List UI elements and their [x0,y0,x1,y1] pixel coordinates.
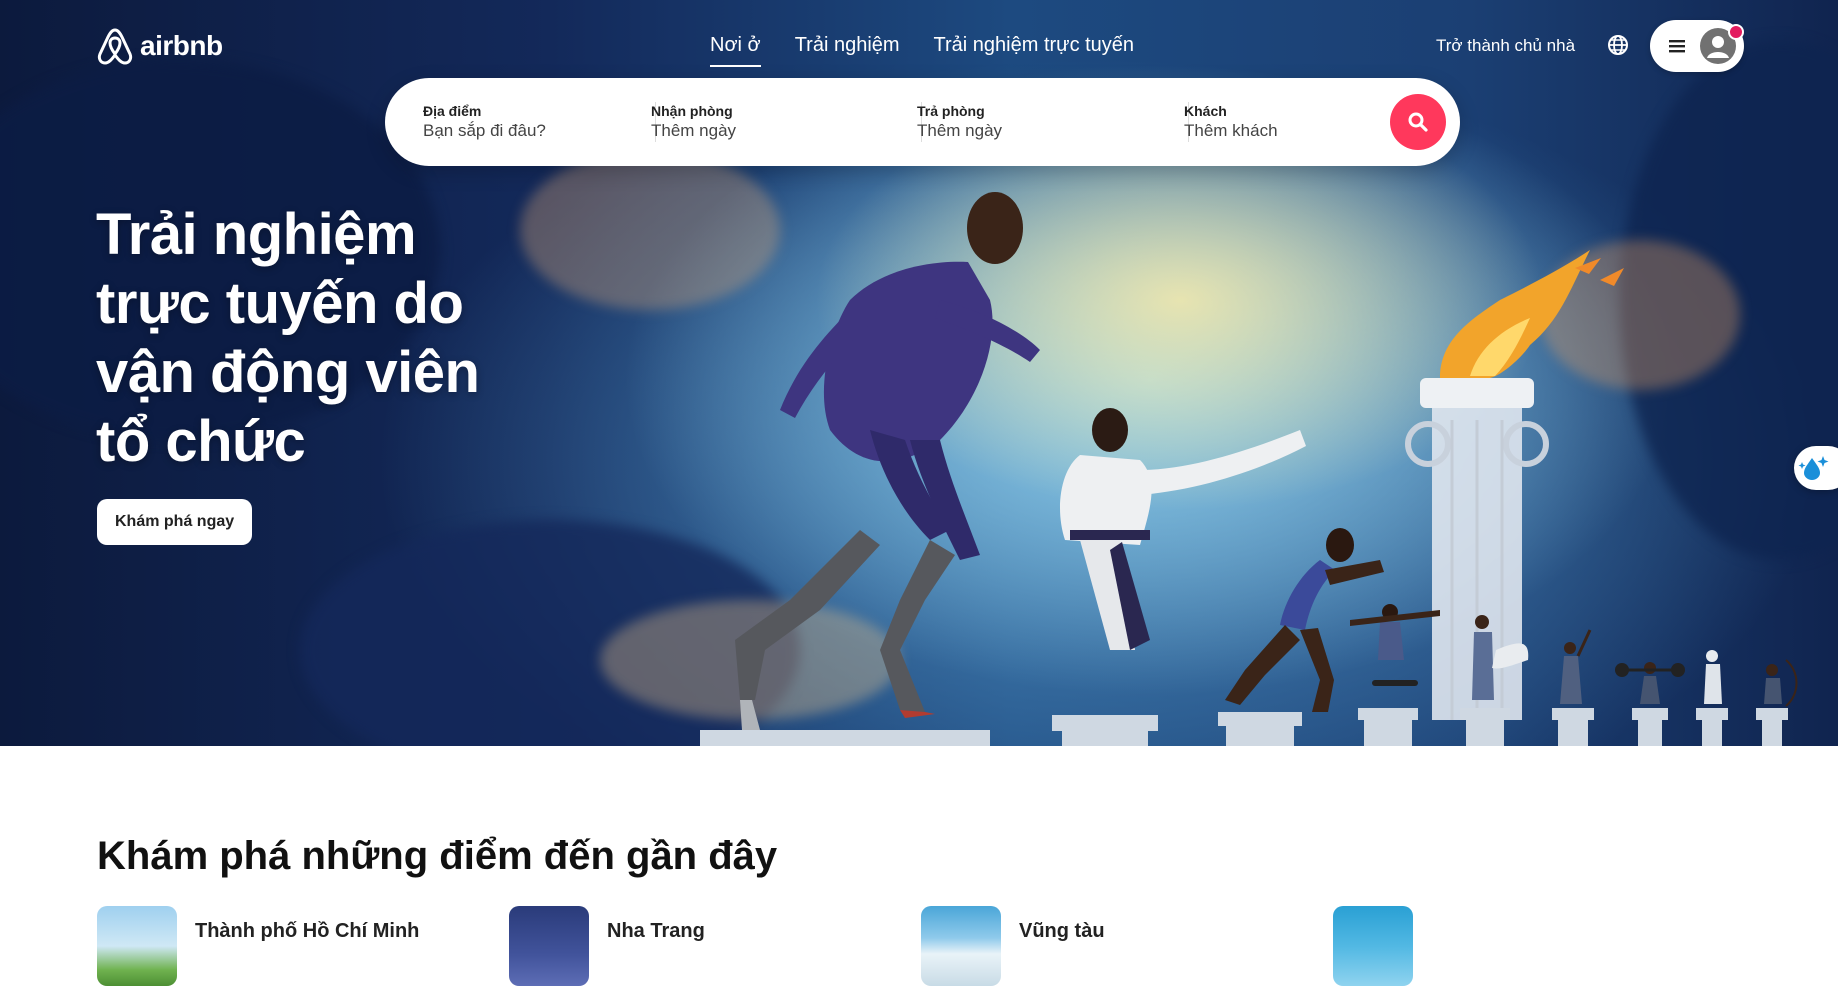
nearby-destinations-title: Khám phá những điểm đến gần đây [97,834,778,878]
user-menu-button[interactable] [1650,20,1744,72]
globe-icon [1608,35,1628,55]
location-label: Địa điểm [423,103,482,119]
logo-wordmark: airbnb [140,30,223,61]
hamburger-menu-icon [1669,40,1685,53]
destination-thumbnail [1333,906,1413,986]
language-globe-button[interactable] [1607,34,1633,60]
pedestals [700,708,1788,746]
explore-now-button[interactable]: Khám phá ngay [97,499,253,545]
gymnast-athlete [1560,629,1592,704]
tab-experiences[interactable]: Trải nghiệm [795,34,900,67]
notification-dot [1728,24,1744,40]
runner-athlete [735,192,1040,730]
checkin-label: Nhận phòng [651,103,733,119]
destination-item[interactable]: Thành phố Hồ Chí Minh [97,906,419,986]
search-bar: Địa điểm Bạn sắp đi đâu? Nhận phòng Thêm… [385,78,1460,166]
weightlifter-athlete [1615,662,1685,704]
skateboarder-athlete [1350,604,1440,686]
destination-item[interactable]: Vũng tàu [921,906,1105,986]
guests-field[interactable]: Khách Thêm khách [1146,78,1366,166]
search-button[interactable] [1390,94,1446,150]
location-placeholder: Bạn sắp đi đâu? [423,121,546,140]
destination-thumbnail [509,906,589,986]
olympic-flame [1440,250,1624,378]
airbnb-logo-icon [97,28,133,65]
destination-thumbnail [97,906,177,986]
top-nav-tabs: Nơi ở Trải nghiệm Trải nghiệm trực tuyến [710,34,1134,67]
archer-athlete [1764,659,1798,707]
tab-online-experiences[interactable]: Trải nghiệm trực tuyến [934,34,1135,67]
guests-placeholder: Thêm khách [1184,121,1278,140]
checkout-label: Trả phòng [917,103,985,119]
checkin-placeholder: Thêm ngày [651,121,737,140]
become-host-link[interactable]: Trở thành chủ nhà [1436,36,1575,56]
tab-stays[interactable]: Nơi ở [710,34,761,67]
destination-thumbnail [921,906,1001,986]
hero-title: Trải nghiệm trực tuyến do vận động viên … [96,202,480,474]
hero-banner: airbnb Nơi ở Trải nghiệm Trải nghiệm trự… [0,0,1838,746]
search-icon [1408,112,1428,132]
checkin-field[interactable]: Nhận phòng Thêm ngày [613,78,879,166]
karate-athlete [1060,408,1306,650]
sparkle-droplet-icon [1798,456,1829,480]
destination-item[interactable] [1333,906,1431,986]
guests-label: Khách [1184,103,1227,119]
side-floating-button[interactable] [1794,446,1838,490]
checkout-placeholder: Thêm ngày [917,121,1003,140]
fencer-athlete [1704,650,1722,704]
checkout-field[interactable]: Trả phòng Thêm ngày [879,78,1145,166]
airbnb-logo[interactable]: airbnb [96,26,223,66]
destination-item[interactable]: Nha Trang [509,906,705,986]
